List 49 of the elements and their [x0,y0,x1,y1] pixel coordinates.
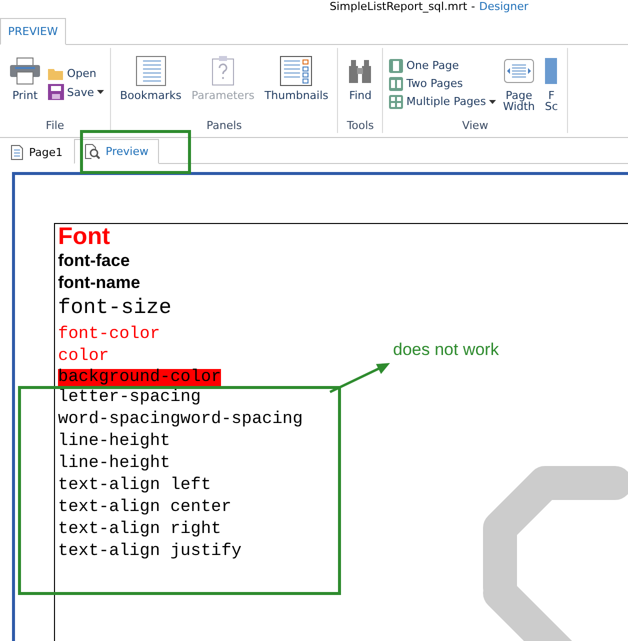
ribbon-button[interactable]: Two Pages [389,76,496,90]
report-text: font-size [58,296,172,322]
report-text: letter-spacing [58,387,201,409]
ribbon-button[interactable]: Thumbnails [261,48,332,119]
ribbon-button[interactable]: Print [6,48,44,119]
page-magnifier-icon [84,144,100,159]
document-tab[interactable]: Preview [74,139,160,164]
group-label: File [44,119,66,133]
report-text: font-color [58,324,160,346]
report-text: word-spacingword-spacing [58,409,303,431]
ribbon-button[interactable]: Open [48,67,104,80]
report-text: text-align justify [58,541,242,563]
ribbon-button[interactable]: Page Width [500,48,538,119]
report-text: text-align left [58,475,212,497]
report-text: background-color [58,369,222,387]
ribbon-button[interactable]: One Page [389,58,496,72]
report-text: line-height [58,431,170,453]
grid-pages-icon [389,94,404,108]
clipboard-question-icon [212,56,234,86]
single-page-icon [389,58,404,72]
list-page-icon [136,56,166,86]
group-label: Tools [346,119,375,133]
page-width-icon [504,59,534,83]
group-label: Panels [205,119,243,133]
ribbon-button[interactable]: Save [48,84,104,100]
report-text: Font [58,224,110,250]
report-text: color [58,346,110,368]
report-text: text-align center [58,497,232,519]
ribbon-button[interactable]: F Sc [542,48,561,119]
folder-icon [48,67,64,80]
two-pages-icon [389,76,404,90]
report-text: font-name [58,272,140,294]
app-name: Designer [479,0,528,15]
ribbon-tab[interactable]: PREVIEW [0,18,66,45]
binoculars-icon [347,58,374,84]
report-text: text-align right [58,519,222,541]
title-separator: - [471,0,476,15]
report-text: font-face [58,250,130,272]
printer-icon [9,57,41,85]
ribbon-button[interactable]: Find [344,48,376,119]
annotation-text: does not work [393,340,499,360]
thumbnails-icon [280,56,312,86]
window-title: SimpleListReport_sql.mrt [330,0,468,15]
report-text: line-height [58,453,170,475]
ribbon-button[interactable]: Bookmarks [117,48,184,119]
ribbon-button[interactable]: Multiple Pages [389,94,496,108]
arrow [328,360,392,394]
page-icon [11,144,23,160]
group-label: View [461,119,490,133]
